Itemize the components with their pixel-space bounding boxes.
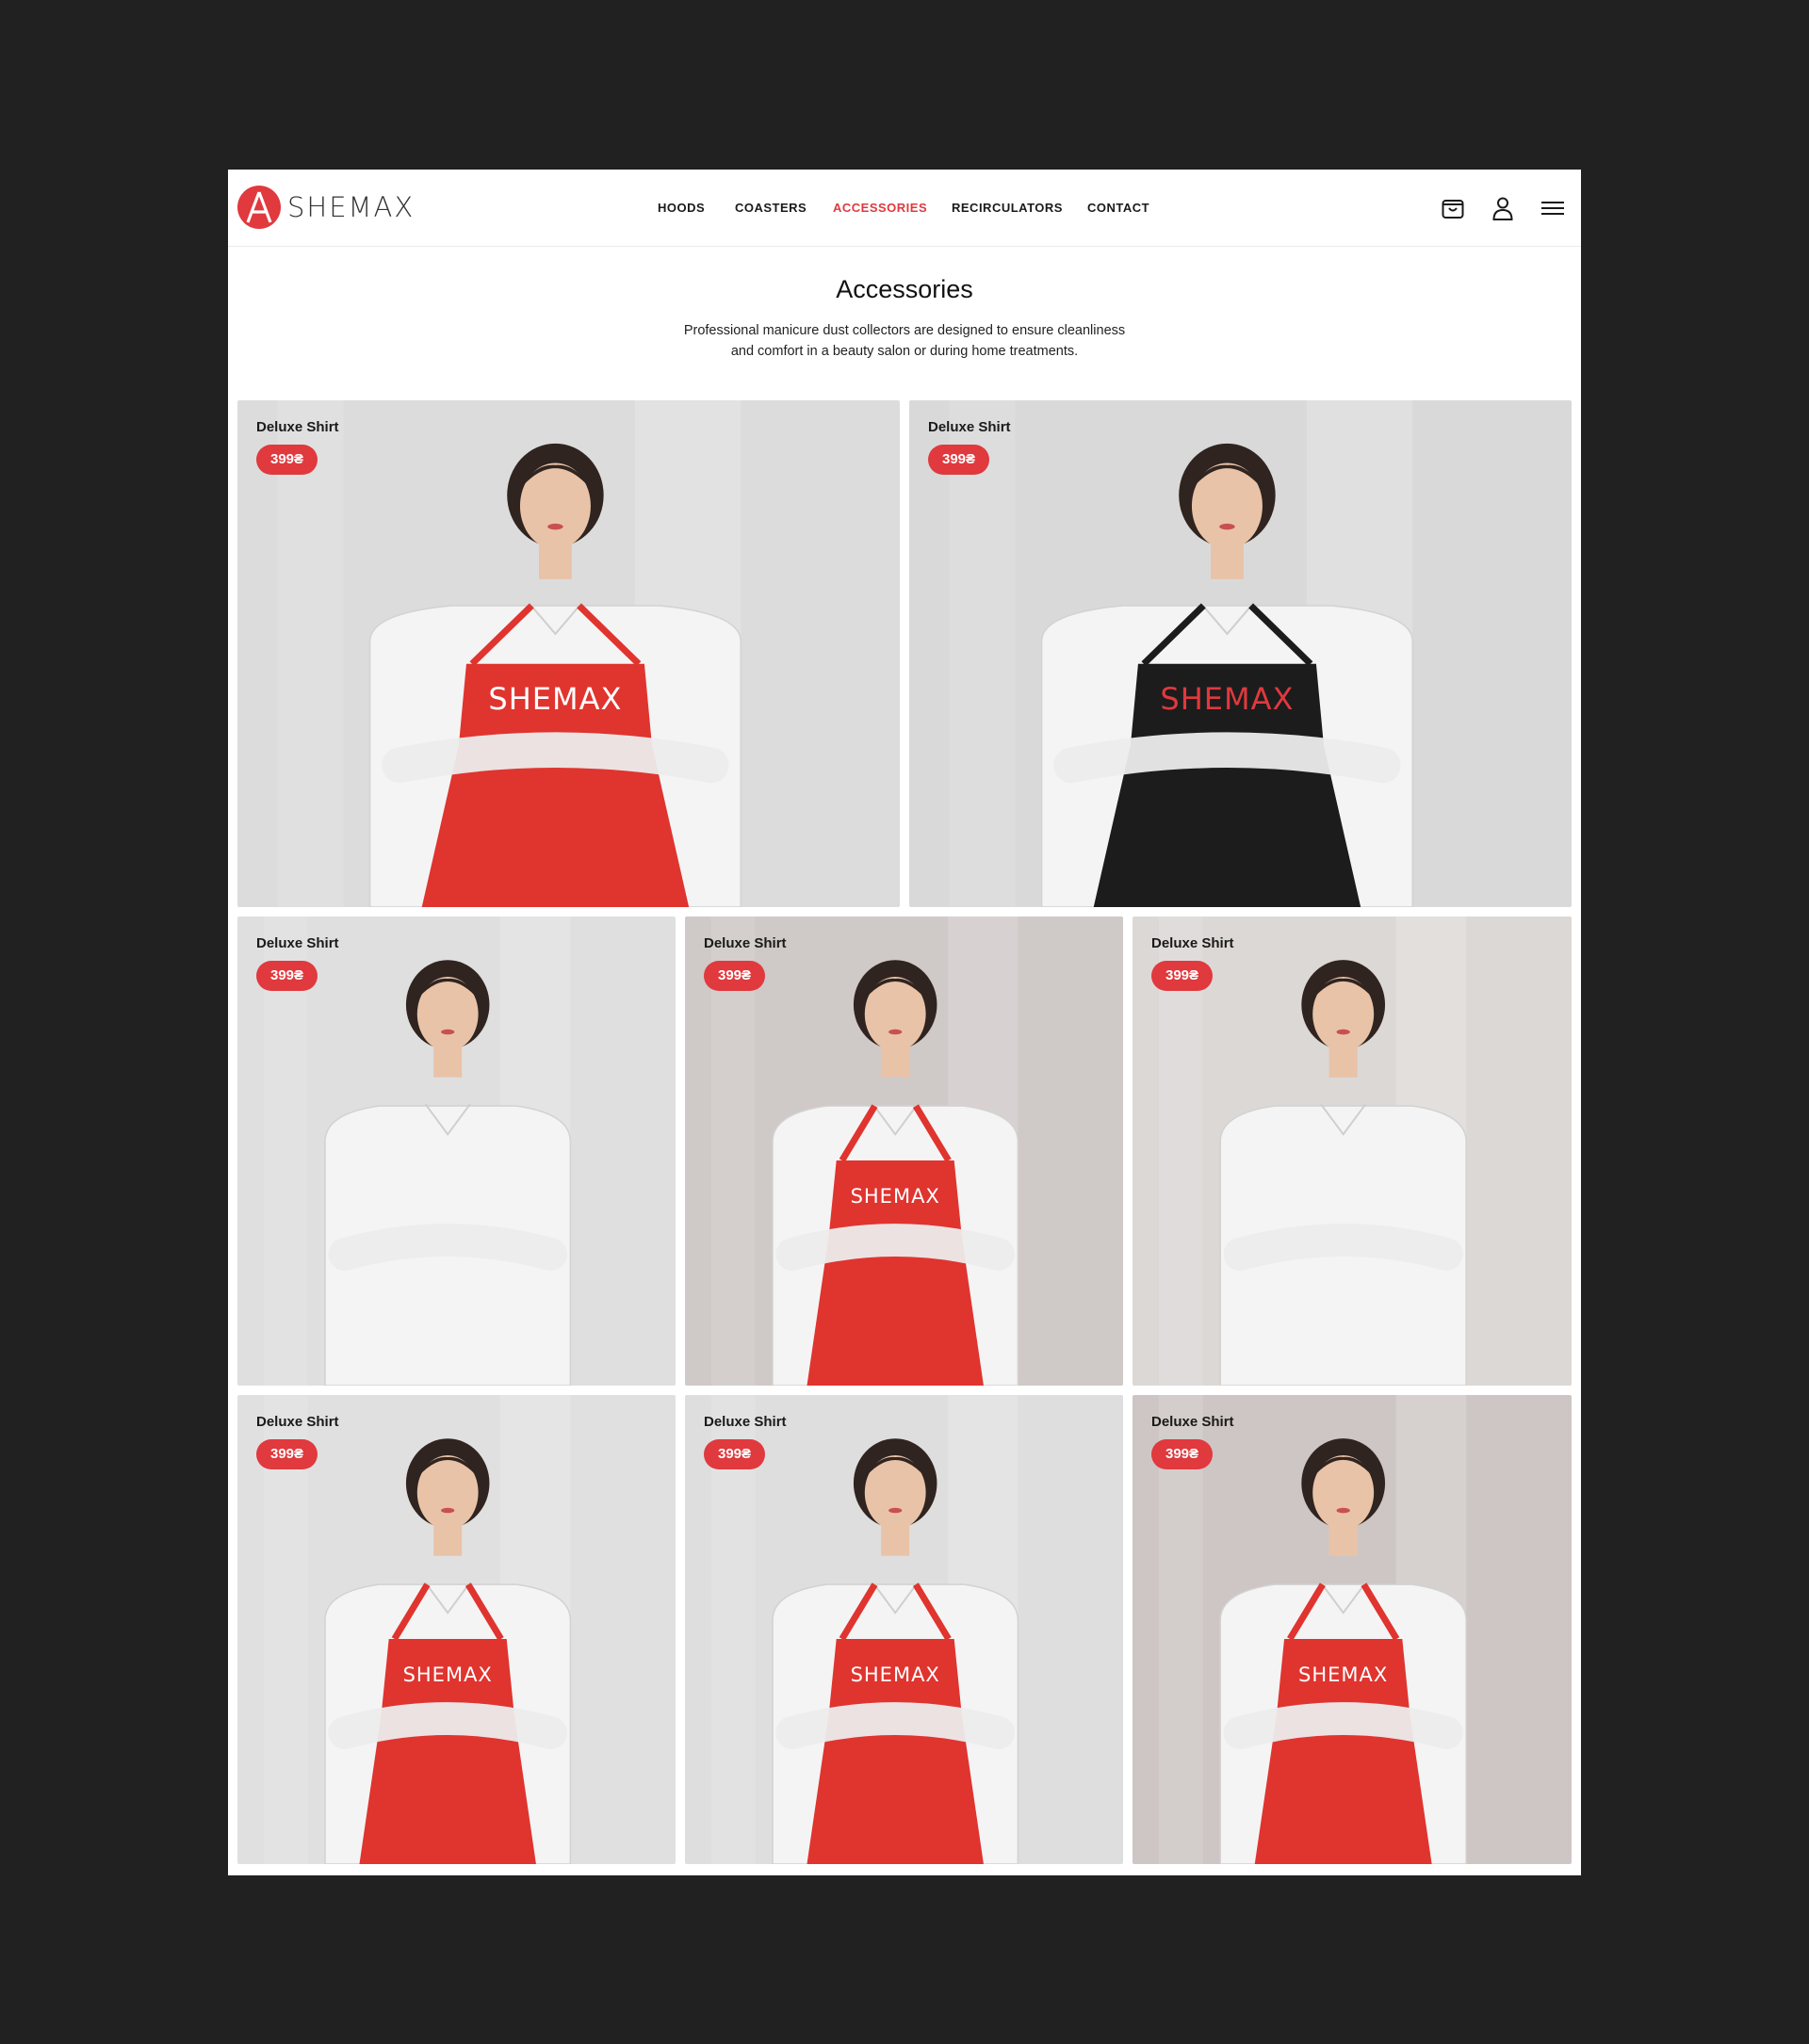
product-card[interactable]: SHEMAX Deluxe Shirt 399₴ bbox=[1133, 1395, 1572, 1864]
cart-icon[interactable] bbox=[1440, 195, 1466, 221]
nav-item-contact[interactable]: CONTACT bbox=[1087, 201, 1149, 215]
product-photo: SHEMAX bbox=[909, 400, 1572, 907]
product-card[interactable]: Deluxe Shirt 399₴ bbox=[237, 917, 676, 1386]
page-description-line-2: and comfort in a beauty salon or during … bbox=[730, 344, 1079, 359]
product-photo: SHEMAX bbox=[237, 400, 900, 907]
svg-text:SHEMAX: SHEMAX bbox=[403, 1663, 493, 1686]
price-badge: 399₴ bbox=[1151, 1439, 1214, 1469]
price-badge: 399₴ bbox=[256, 1439, 318, 1469]
svg-text:SHEMAX: SHEMAX bbox=[488, 681, 622, 717]
svg-text:SHEMAX: SHEMAX bbox=[851, 1185, 940, 1208]
page-frame: SHEMAX HOODS COASTERS ACCESSORIES RECIRC… bbox=[228, 170, 1581, 1875]
product-name[interactable]: Deluxe Shirt bbox=[256, 935, 339, 951]
product-card[interactable]: SHEMAX Deluxe Shirt 399₴ bbox=[685, 1395, 1123, 1864]
nav-item-hoods[interactable]: HOODS bbox=[658, 201, 705, 215]
page-description: Professional manicure dust collectors ar… bbox=[622, 320, 1187, 362]
page-description-line-1: Professional manicure dust collectors ar… bbox=[683, 323, 1126, 338]
product-name[interactable]: Deluxe Shirt bbox=[1151, 1414, 1234, 1430]
product-card[interactable]: Deluxe Shirt 399₴ bbox=[1133, 917, 1572, 1386]
svg-text:SHEMAX: SHEMAX bbox=[851, 1663, 940, 1686]
price-badge: 399₴ bbox=[928, 445, 990, 475]
product-card[interactable]: SHEMAX Deluxe Shirt 399₴ bbox=[685, 917, 1123, 1386]
nav-item-recirculators[interactable]: RECIRCULATORS bbox=[952, 201, 1063, 215]
product-name[interactable]: Deluxe Shirt bbox=[704, 935, 787, 951]
price-badge: 399₴ bbox=[256, 445, 318, 475]
svg-text:SHEMAX: SHEMAX bbox=[1298, 1663, 1388, 1686]
product-name[interactable]: Deluxe Shirt bbox=[256, 1414, 339, 1430]
product-name[interactable]: Deluxe Shirt bbox=[256, 419, 339, 435]
main-nav: HOODS COASTERS ACCESSORIES RECIRCULATORS… bbox=[228, 170, 1581, 247]
product-name[interactable]: Deluxe Shirt bbox=[928, 419, 1011, 435]
nav-item-accessories[interactable]: ACCESSORIES bbox=[833, 201, 927, 215]
price-badge: 399₴ bbox=[256, 961, 318, 991]
site-header: SHEMAX HOODS COASTERS ACCESSORIES RECIRC… bbox=[228, 170, 1581, 247]
product-card[interactable]: SHEMAX Deluxe Shirt 399₴ bbox=[909, 400, 1572, 907]
product-card[interactable]: SHEMAX Deluxe Shirt 399₴ bbox=[237, 1395, 676, 1864]
price-badge: 399₴ bbox=[704, 1439, 766, 1469]
product-name[interactable]: Deluxe Shirt bbox=[1151, 935, 1234, 951]
svg-text:SHEMAX: SHEMAX bbox=[1160, 681, 1294, 717]
page-title: Accessories bbox=[836, 275, 973, 303]
nav-item-coasters[interactable]: COASTERS bbox=[735, 201, 807, 215]
price-badge: 399₴ bbox=[704, 961, 766, 991]
price-badge: 399₴ bbox=[1151, 961, 1214, 991]
product-name[interactable]: Deluxe Shirt bbox=[704, 1414, 787, 1430]
product-card[interactable]: SHEMAX Deluxe Shirt 399₴ bbox=[237, 400, 900, 907]
user-icon[interactable] bbox=[1490, 195, 1516, 221]
menu-icon[interactable] bbox=[1540, 195, 1566, 221]
